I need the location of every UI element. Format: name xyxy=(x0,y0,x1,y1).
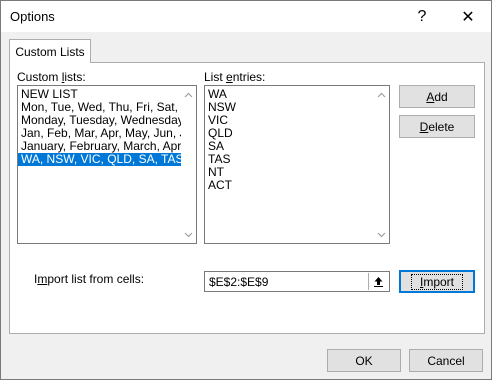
up-arrow-icon xyxy=(374,277,383,287)
cancel-button[interactable]: Cancel xyxy=(409,349,483,372)
help-button[interactable]: ? xyxy=(399,1,445,32)
ok-button[interactable]: OK xyxy=(327,349,401,372)
import-button[interactable]: Import xyxy=(399,270,475,293)
scroll-down-icon[interactable] xyxy=(374,227,389,242)
list-item: TAS xyxy=(208,153,231,166)
scroll-up-icon[interactable] xyxy=(181,87,196,102)
custom-lists-listbox[interactable]: NEW LIST Mon, Tue, Wed, Thu, Fri, Sat, S… xyxy=(17,85,197,244)
cancel-button-label: Cancel xyxy=(427,353,465,368)
tab-label: Custom Lists xyxy=(15,44,85,59)
delete-button[interactable]: Delete xyxy=(399,115,475,138)
list-entries-scrollbar[interactable] xyxy=(374,86,389,243)
dialog-title: Options xyxy=(10,9,55,24)
list-item[interactable]: January, February, March, April, May xyxy=(18,140,196,153)
list-item: NSW xyxy=(208,101,236,114)
list-item[interactable]: Monday, Tuesday, Wednesday, Thursday xyxy=(18,114,196,127)
custom-lists-label: Custom lists: xyxy=(17,70,86,84)
list-item[interactable]: Jan, Feb, Mar, Apr, May, Jun, Jul xyxy=(18,127,196,140)
custom-lists-scrollbar[interactable] xyxy=(181,86,196,243)
list-item: NT xyxy=(208,166,224,179)
list-entries-box[interactable]: WA NSW VIC QLD SA TAS NT ACT xyxy=(204,85,390,244)
close-button[interactable]: ✕ xyxy=(445,1,491,32)
list-item: SA xyxy=(208,140,225,153)
list-item[interactable]: Mon, Tue, Wed, Thu, Fri, Sat, Sun xyxy=(18,101,196,114)
scroll-down-icon[interactable] xyxy=(181,227,196,242)
list-item: ACT xyxy=(208,179,232,192)
add-button-label: Add xyxy=(426,89,448,104)
close-icon: ✕ xyxy=(461,8,475,26)
collapse-dialog-button[interactable] xyxy=(368,273,388,290)
import-range-input[interactable]: $E$2:$E$9 xyxy=(204,271,390,292)
list-item: WA xyxy=(208,88,227,101)
import-from-label: Import list from cells: xyxy=(34,272,145,286)
options-dialog: Options ? ✕ Custom Lists Custom lists: L… xyxy=(0,0,492,380)
list-item-selected[interactable]: WA, NSW, VIC, QLD, SA, TAS, NT, ACT xyxy=(18,153,196,166)
list-item[interactable]: NEW LIST xyxy=(18,88,196,101)
help-icon: ? xyxy=(417,7,427,25)
list-item: VIC xyxy=(208,114,229,127)
list-entries-label: List entries: xyxy=(204,70,266,84)
import-range-value: $E$2:$E$9 xyxy=(209,275,269,289)
title-bar: Options ? ✕ xyxy=(1,1,491,32)
list-item: QLD xyxy=(208,127,233,140)
import-button-label: Import xyxy=(410,273,464,290)
ok-button-label: OK xyxy=(355,353,373,368)
add-button[interactable]: Add xyxy=(399,85,475,108)
tab-custom-lists[interactable]: Custom Lists xyxy=(9,39,91,63)
scroll-up-icon[interactable] xyxy=(374,87,389,102)
delete-button-label: Delete xyxy=(419,119,455,134)
